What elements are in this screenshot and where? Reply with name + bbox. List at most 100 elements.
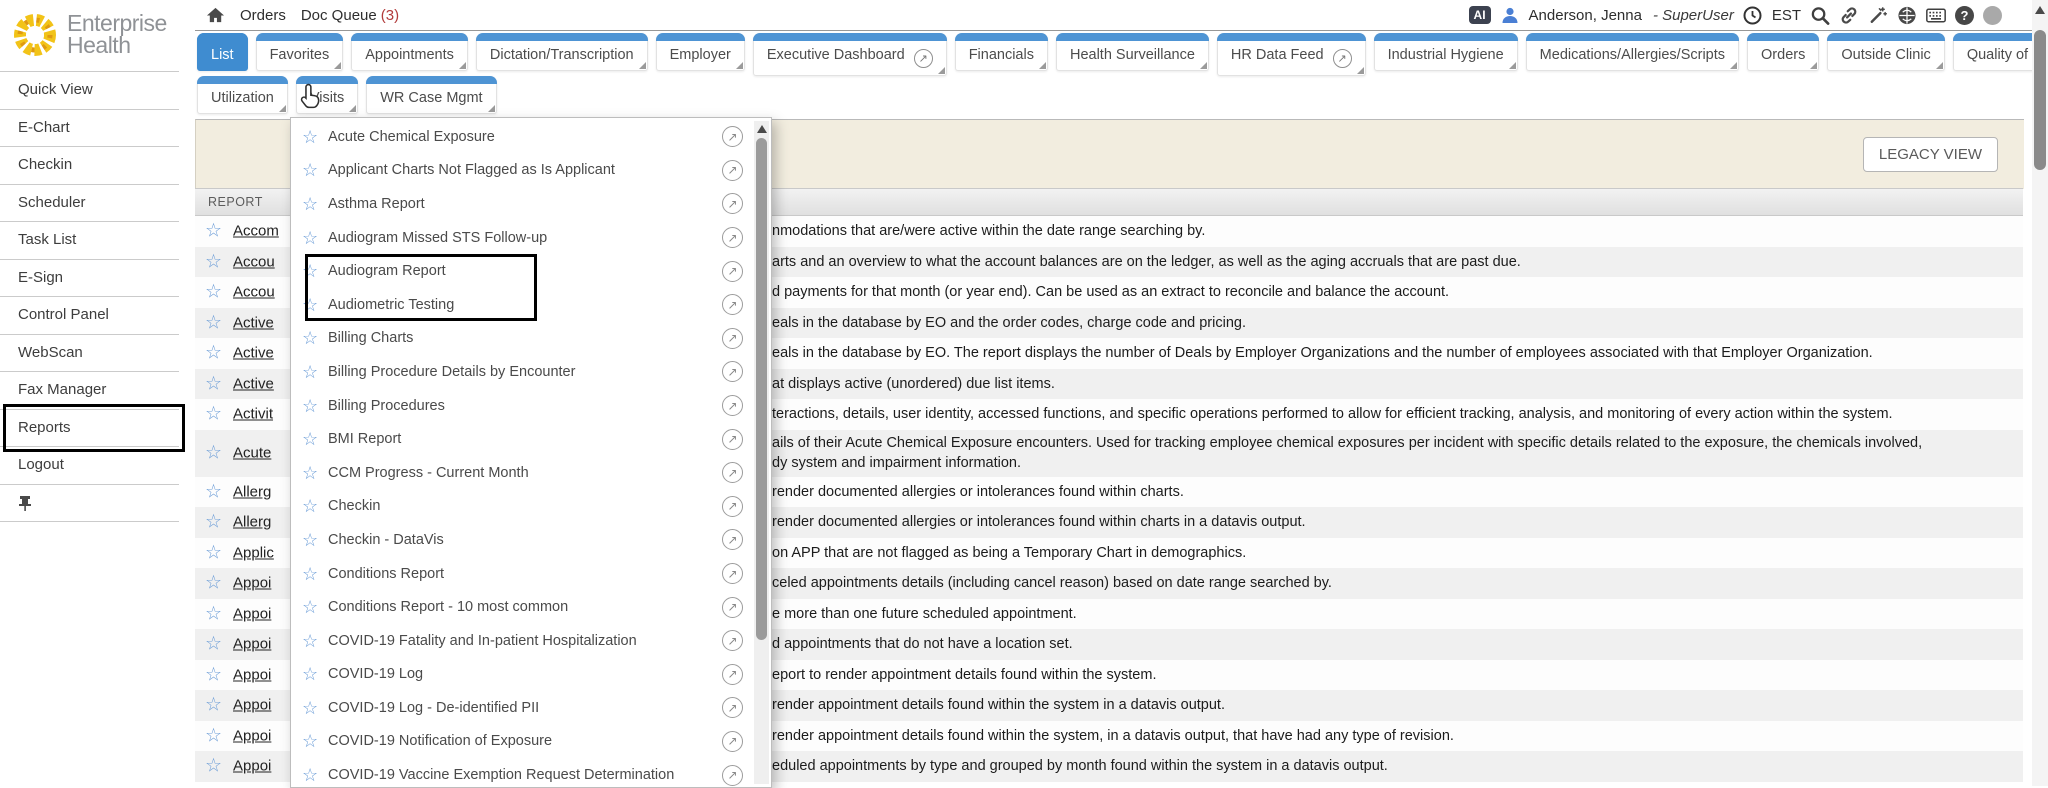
tab[interactable]: Financials xyxy=(955,33,1048,71)
favorite-star-icon[interactable]: ☆ xyxy=(205,252,222,271)
timezone-label[interactable]: EST xyxy=(1772,7,1801,24)
sidebar-item[interactable]: WebScan xyxy=(0,334,179,372)
favorite-star-icon[interactable]: ☆ xyxy=(302,195,323,213)
report-menu-item[interactable]: ☆ Conditions Report - 10 most common ↗ xyxy=(291,590,750,624)
report-link[interactable]: Active xyxy=(233,345,274,362)
report-link[interactable]: Appoi xyxy=(233,636,271,653)
report-menu-item[interactable]: ☆ Checkin - DataVis ↗ xyxy=(291,523,750,557)
favorite-star-icon[interactable]: ☆ xyxy=(205,444,222,463)
sidebar-item[interactable]: E-Chart xyxy=(0,109,179,147)
user-name[interactable]: Anderson, Jenna xyxy=(1529,7,1642,24)
tab[interactable]: HR Data Feed↗ xyxy=(1217,33,1366,76)
favorite-star-icon[interactable]: ☆ xyxy=(205,726,222,745)
open-in-new-window-icon[interactable]: ↗ xyxy=(722,429,743,450)
breadcrumb-doc-queue[interactable]: Doc Queue(3) xyxy=(301,7,399,24)
report-menu-item[interactable]: ☆ Applicant Charts Not Flagged as Is App… xyxy=(291,154,750,188)
open-in-new-window-icon[interactable]: ↗ xyxy=(722,597,743,618)
report-link[interactable]: Appoi xyxy=(233,727,271,744)
sidebar-item[interactable]: Scheduler xyxy=(0,184,179,222)
favorite-star-icon[interactable]: ☆ xyxy=(205,604,222,623)
report-link[interactable]: Appoi xyxy=(233,758,271,775)
favorite-star-icon[interactable]: ☆ xyxy=(302,766,323,784)
favorite-star-icon[interactable]: ☆ xyxy=(302,128,323,146)
report-menu-item[interactable]: ☆ Billing Procedures ↗ xyxy=(291,389,750,423)
report-link[interactable]: Active xyxy=(233,375,274,392)
favorite-star-icon[interactable]: ☆ xyxy=(205,283,222,302)
open-in-new-window-icon[interactable]: ↗ xyxy=(1333,49,1352,68)
tab[interactable]: Utilization xyxy=(197,76,288,114)
report-menu-item[interactable]: ☆ COVID-19 Fatality and In-patient Hospi… xyxy=(291,624,750,658)
link-icon[interactable] xyxy=(1839,5,1859,25)
tab[interactable]: Medications/Allergies/Scripts xyxy=(1526,33,1739,71)
report-link[interactable]: Accou xyxy=(233,284,275,301)
tab[interactable]: List xyxy=(197,33,248,71)
report-link[interactable]: Applic xyxy=(233,544,274,561)
search-icon[interactable] xyxy=(1810,5,1830,25)
favorite-star-icon[interactable]: ☆ xyxy=(302,161,323,179)
favorite-star-icon[interactable]: ☆ xyxy=(302,430,323,448)
open-in-new-window-icon[interactable]: ↗ xyxy=(722,227,743,248)
tab[interactable]: Visits xyxy=(296,76,358,114)
scroll-up-arrow-icon[interactable] xyxy=(2035,6,2045,14)
report-link[interactable]: Activit xyxy=(233,406,273,423)
favorite-star-icon[interactable]: ☆ xyxy=(205,482,222,501)
favorite-star-icon[interactable]: ☆ xyxy=(205,222,222,241)
report-menu-item[interactable]: ☆ Billing Charts ↗ xyxy=(291,322,750,356)
favorite-star-icon[interactable]: ☆ xyxy=(205,635,222,654)
ai-badge[interactable]: AI xyxy=(1469,6,1491,24)
favorite-star-icon[interactable]: ☆ xyxy=(205,757,222,776)
report-menu-item[interactable]: ☆ COVID-19 Notification of Exposure ↗ xyxy=(291,725,750,759)
favorite-star-icon[interactable]: ☆ xyxy=(205,543,222,562)
favorite-star-icon[interactable]: ☆ xyxy=(302,598,323,616)
report-menu-item[interactable]: ☆ Checkin ↗ xyxy=(291,490,750,524)
report-link[interactable]: Accom xyxy=(233,223,279,240)
open-in-new-window-icon[interactable]: ↗ xyxy=(722,126,743,147)
open-in-new-window-icon[interactable]: ↗ xyxy=(722,664,743,685)
favorite-star-icon[interactable]: ☆ xyxy=(205,574,222,593)
favorite-star-icon[interactable]: ☆ xyxy=(205,344,222,363)
favorite-star-icon[interactable]: ☆ xyxy=(302,329,323,347)
sidebar-item[interactable]: Fax Manager xyxy=(0,371,179,409)
favorite-star-icon[interactable]: ☆ xyxy=(302,665,323,683)
open-in-new-window-icon[interactable]: ↗ xyxy=(722,630,743,651)
sidebar-item[interactable]: Checkin xyxy=(0,146,179,184)
dropdown-scrollbar[interactable] xyxy=(754,121,769,784)
favorite-star-icon[interactable]: ☆ xyxy=(302,531,323,549)
report-link[interactable]: Appoi xyxy=(233,666,271,683)
favorite-star-icon[interactable]: ☆ xyxy=(302,262,323,280)
sidebar-item[interactable]: Task List xyxy=(0,221,179,259)
sidebar-item[interactable]: E-Sign xyxy=(0,259,179,297)
favorite-star-icon[interactable]: ☆ xyxy=(205,374,222,393)
tab[interactable]: Executive Dashboard↗ xyxy=(753,33,947,76)
favorite-star-icon[interactable]: ☆ xyxy=(205,665,222,684)
favorite-star-icon[interactable]: ☆ xyxy=(302,229,323,247)
report-link[interactable]: Active xyxy=(233,314,274,331)
keyboard-icon[interactable] xyxy=(1926,5,1946,25)
report-menu-item[interactable]: ☆ COVID-19 Log - De-identified PII ↗ xyxy=(291,691,750,725)
report-menu-item[interactable]: ☆ CCM Progress - Current Month ↗ xyxy=(291,456,750,490)
open-in-new-window-icon[interactable]: ↗ xyxy=(722,294,743,315)
open-in-new-window-icon[interactable]: ↗ xyxy=(722,731,743,752)
report-menu-item[interactable]: ☆ Audiogram Report ↗ xyxy=(291,254,750,288)
report-link[interactable]: Appoi xyxy=(233,575,271,592)
sidebar-item[interactable]: Logout xyxy=(0,446,179,484)
report-menu-item[interactable]: ☆ COVID-19 Vaccine Exemption Request Det… xyxy=(291,758,750,788)
favorite-star-icon[interactable]: ☆ xyxy=(302,464,323,482)
favorite-star-icon[interactable]: ☆ xyxy=(205,313,222,332)
page-scrollbar-thumb[interactable] xyxy=(2034,30,2046,170)
report-menu-item[interactable]: ☆ Audiometric Testing ↗ xyxy=(291,288,750,322)
favorite-star-icon[interactable]: ☆ xyxy=(302,732,323,750)
report-menu-item[interactable]: ☆ BMI Report ↗ xyxy=(291,422,750,456)
report-link[interactable]: Allerg xyxy=(233,483,271,500)
tab[interactable]: Appointments xyxy=(351,33,468,71)
open-in-new-window-icon[interactable]: ↗ xyxy=(914,49,933,68)
favorite-star-icon[interactable]: ☆ xyxy=(302,632,323,650)
globe-phone-icon[interactable] xyxy=(1897,5,1917,25)
report-link[interactable]: Acute xyxy=(233,445,271,462)
favorite-star-icon[interactable]: ☆ xyxy=(302,497,323,515)
sidebar-item[interactable]: Quick View xyxy=(0,71,179,109)
report-menu-item[interactable]: ☆ Audiogram Missed STS Follow-up ↗ xyxy=(291,221,750,255)
scroll-up-arrow-icon[interactable] xyxy=(757,125,767,133)
report-menu-item[interactable]: ☆ Billing Procedure Details by Encounter… xyxy=(291,355,750,389)
dropdown-scrollbar-thumb[interactable] xyxy=(756,138,767,640)
